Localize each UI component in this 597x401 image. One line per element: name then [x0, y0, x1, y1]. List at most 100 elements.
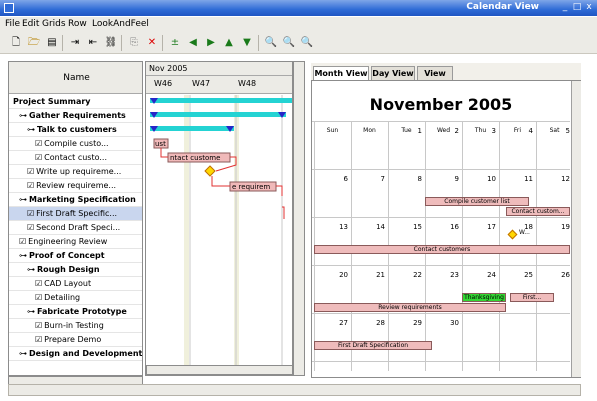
date-number[interactable]: 16 — [449, 223, 459, 231]
gantt-chart: Nov 2005 W46 W47 W48 ust ntact custome e… — [145, 61, 293, 376]
tree-row[interactable]: ⊶ Marketing Specification — [9, 193, 142, 207]
calendar-event[interactable]: First... — [510, 293, 554, 302]
calendar-event[interactable]: Compile customer list — [425, 197, 529, 206]
link-icon[interactable]: ⛓ — [103, 35, 119, 51]
date-number[interactable]: 1 — [412, 127, 422, 135]
tree-row[interactable]: ⊶ Gather Requirements — [9, 109, 142, 123]
calendar-event[interactable]: Contact custom... — [506, 207, 570, 216]
tab-view[interactable]: View — [417, 66, 453, 80]
tree-row[interactable]: ⊶ Fabricate Prototype — [9, 305, 142, 319]
tree-row[interactable]: ☑ Engineering Review — [9, 235, 142, 249]
gantt-bar-gather-requirements — [150, 112, 286, 117]
gantt-bar-project-summary — [150, 98, 292, 103]
date-number[interactable]: 24 — [486, 271, 496, 279]
menu-edit[interactable]: Edit — [22, 19, 39, 29]
tree-row[interactable]: ☑ Contact custo... — [9, 151, 142, 165]
menu-grids[interactable]: Grids — [42, 19, 66, 29]
left-arrow-icon[interactable]: ◀ — [185, 35, 201, 51]
date-number[interactable]: 13 — [338, 223, 348, 231]
date-number[interactable]: 8 — [412, 175, 422, 183]
date-number[interactable]: 23 — [449, 271, 459, 279]
down-arrow-icon[interactable]: ▼ — [239, 35, 255, 51]
add-task-icon[interactable]: ± — [167, 35, 183, 51]
task-icon: ☑ — [27, 209, 35, 218]
date-number[interactable]: 3 — [486, 127, 496, 135]
tree-row[interactable]: ☑ Compile custo... — [9, 137, 142, 151]
date-number[interactable]: 10 — [486, 175, 496, 183]
date-number[interactable]: 29 — [412, 319, 422, 327]
minimize-button[interactable]: _ — [559, 2, 571, 13]
tree-row[interactable]: ☑ Review requireme... — [9, 179, 142, 193]
date-number[interactable]: 12 — [560, 175, 570, 183]
zoom-icon[interactable]: 🔍 — [263, 35, 279, 51]
date-number[interactable]: 6 — [338, 175, 348, 183]
date-number[interactable]: 9 — [449, 175, 459, 183]
date-number[interactable]: 17 — [486, 223, 496, 231]
tree-row[interactable]: ☑ Detailing — [9, 291, 142, 305]
date-number[interactable]: 19 — [560, 223, 570, 231]
tree-row-label: Design and Development — [29, 349, 143, 358]
outdent-icon[interactable]: ⇤ — [85, 35, 101, 51]
indent-icon[interactable]: ⇥ — [67, 35, 83, 51]
save-icon[interactable]: ▤ — [44, 35, 60, 51]
date-number[interactable]: 21 — [375, 271, 385, 279]
gantt-horizontal-scrollbar[interactable] — [146, 365, 292, 375]
date-number[interactable]: 2 — [449, 127, 459, 135]
date-number[interactable]: 14 — [375, 223, 385, 231]
close-button[interactable]: x — [583, 2, 595, 13]
tree-row[interactable]: ☑ Burn-in Testing — [9, 319, 142, 333]
tree-row-label: Project Summary — [13, 97, 91, 106]
menu-row[interactable]: Row — [68, 19, 87, 29]
task-icon: ☑ — [35, 153, 43, 162]
zoom-in-icon[interactable]: 🔍 — [281, 35, 297, 51]
tree-row[interactable]: ☑ Second Draft Speci... — [9, 221, 142, 235]
gantt-link — [211, 176, 230, 187]
date-number[interactable]: 30 — [449, 319, 459, 327]
tree-row[interactable]: ⊶ Proof of Concept — [9, 249, 142, 263]
delete-icon[interactable]: ✕ — [144, 35, 160, 51]
tree-row[interactable]: ☑ Write up requireme... — [9, 165, 142, 179]
date-number[interactable]: 4 — [523, 127, 533, 135]
menu-lookandfeel[interactable]: LookAndFeel — [92, 19, 149, 29]
up-arrow-icon[interactable]: ▲ — [221, 35, 237, 51]
right-arrow-icon[interactable]: ▶ — [203, 35, 219, 51]
month-calendar: November 2005 Sun Mon Tue Wed Thu Fri Sat 1 2 3 4 5… — [311, 80, 581, 378]
tree-row-label: Write up requireme... — [36, 167, 122, 176]
date-number[interactable]: 26 — [560, 271, 570, 279]
tree-row[interactable]: ⊶ Rough Design — [9, 263, 142, 277]
menu-file[interactable]: File — [5, 19, 20, 29]
open-icon[interactable]: 🗁 — [26, 35, 42, 51]
tree-row[interactable]: Project Summary — [9, 95, 142, 109]
gantt-bar-talk-to-customers — [150, 126, 234, 131]
task-tree: Name Project Summary ⊶ Gather Requirements… — [8, 61, 143, 376]
date-number[interactable]: 15 — [412, 223, 422, 231]
tree-row[interactable]: ⊶ Talk to customers — [9, 123, 142, 137]
tab-day-view[interactable]: Day View — [371, 66, 415, 80]
date-number[interactable]: 28 — [375, 319, 385, 327]
app-icon — [4, 3, 14, 13]
date-number[interactable]: 11 — [523, 175, 533, 183]
calendar-event[interactable]: Review requirements — [314, 303, 506, 312]
date-number[interactable]: 27 — [338, 319, 348, 327]
tree-row[interactable]: ☑ First Draft Specific... — [9, 207, 142, 221]
calendar-event[interactable]: Thanksgiving — [462, 293, 506, 302]
tree-row[interactable]: ⊶ Design and Development — [9, 347, 143, 361]
tree-row[interactable]: ☑ Prepare Demo — [9, 333, 142, 347]
tab-month-view[interactable]: Month View — [313, 66, 369, 80]
calendar-event[interactable]: First Draft Specification — [314, 341, 432, 350]
calendar-scrollbar[interactable] — [571, 81, 581, 377]
zoom-out-icon[interactable]: 🔍 — [299, 35, 315, 51]
date-number[interactable]: 20 — [338, 271, 348, 279]
paste-icon[interactable]: ⎘ — [126, 35, 142, 51]
title-bar: Calendar View _ □ x — [0, 0, 597, 16]
calendar-event[interactable]: Contact customers — [314, 245, 570, 254]
new-icon[interactable]: 🗋 — [8, 35, 24, 51]
tree-row[interactable]: ☑ CAD Layout — [9, 277, 142, 291]
date-number[interactable]: 7 — [375, 175, 385, 183]
date-number[interactable]: 22 — [412, 271, 422, 279]
date-number[interactable]: 25 — [523, 271, 533, 279]
tree-row-label: Review requireme... — [36, 181, 117, 190]
date-number[interactable]: 5 — [560, 127, 570, 135]
maximize-button[interactable]: □ — [571, 2, 583, 13]
gantt-vertical-scrollbar[interactable] — [293, 61, 305, 376]
